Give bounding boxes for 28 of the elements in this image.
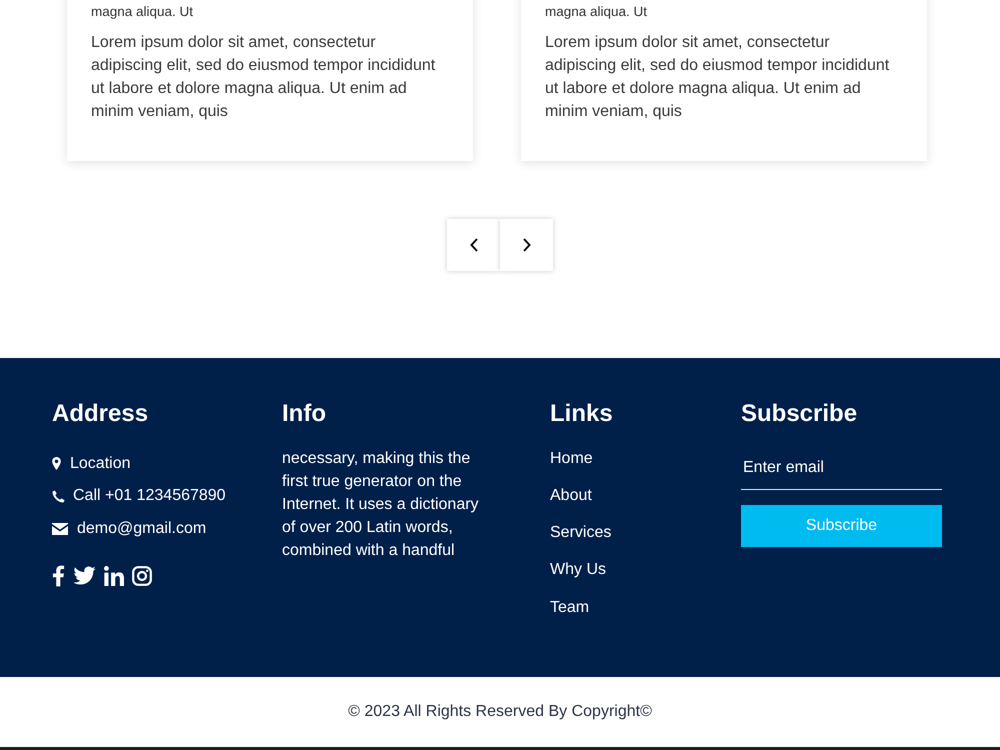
chevron-right-icon xyxy=(522,238,530,252)
card-subtitle: magna aliqua. Ut xyxy=(91,3,194,21)
footer-link[interactable]: About xyxy=(550,484,612,507)
card-text: Lorem ipsum dolor sit amet, consectetur adipiscing elit, sed do eiusmod tempor incididunt ut labore et dolore magna aliqua. Ut enim ad minim veniam, quis xyxy=(91,32,436,122)
subscribe-heading: Subscribe xyxy=(741,398,858,428)
contact-text: Call +01 1234567890 xyxy=(73,486,226,506)
address-heading: Address xyxy=(52,398,148,428)
info-text: necessary, making this the first true generator on the Internet. It uses a dictionary of over 200 Latin words, combined with a handful xyxy=(282,449,480,561)
copyright-text: © 2023 All Rights Reserved By Copyright© xyxy=(348,702,652,722)
bird-icon[interactable] xyxy=(73,566,96,585)
contact-text: Location xyxy=(70,454,130,474)
footer-link[interactable]: Team xyxy=(550,596,612,619)
in-logo-icon[interactable] xyxy=(104,566,124,586)
contact-text: demo@gmail.com xyxy=(77,518,206,538)
chevron-left-icon xyxy=(470,238,478,252)
email-input-field[interactable]: Enter email xyxy=(741,448,942,490)
phone-icon xyxy=(52,490,65,502)
footer-link[interactable]: Services xyxy=(550,522,612,544)
info-heading: Info xyxy=(282,398,326,428)
footer-link[interactable]: Why Us xyxy=(550,559,612,582)
card-text: Lorem ipsum dolor sit amet, consectetur adipiscing elit, sed do eiusmod tempor incididunt ut labore et dolore magna aliqua. Ut enim ad minim veniam, quis xyxy=(545,32,890,122)
footer-link[interactable]: Home xyxy=(550,448,612,470)
links-heading: Links xyxy=(550,398,613,428)
card-subtitle: magna aliqua. Ut xyxy=(545,3,648,21)
envelope-icon xyxy=(52,522,68,534)
map-pin-icon xyxy=(52,457,61,470)
letter-f-logo-icon[interactable] xyxy=(52,564,65,586)
camera-icon[interactable] xyxy=(132,566,152,586)
